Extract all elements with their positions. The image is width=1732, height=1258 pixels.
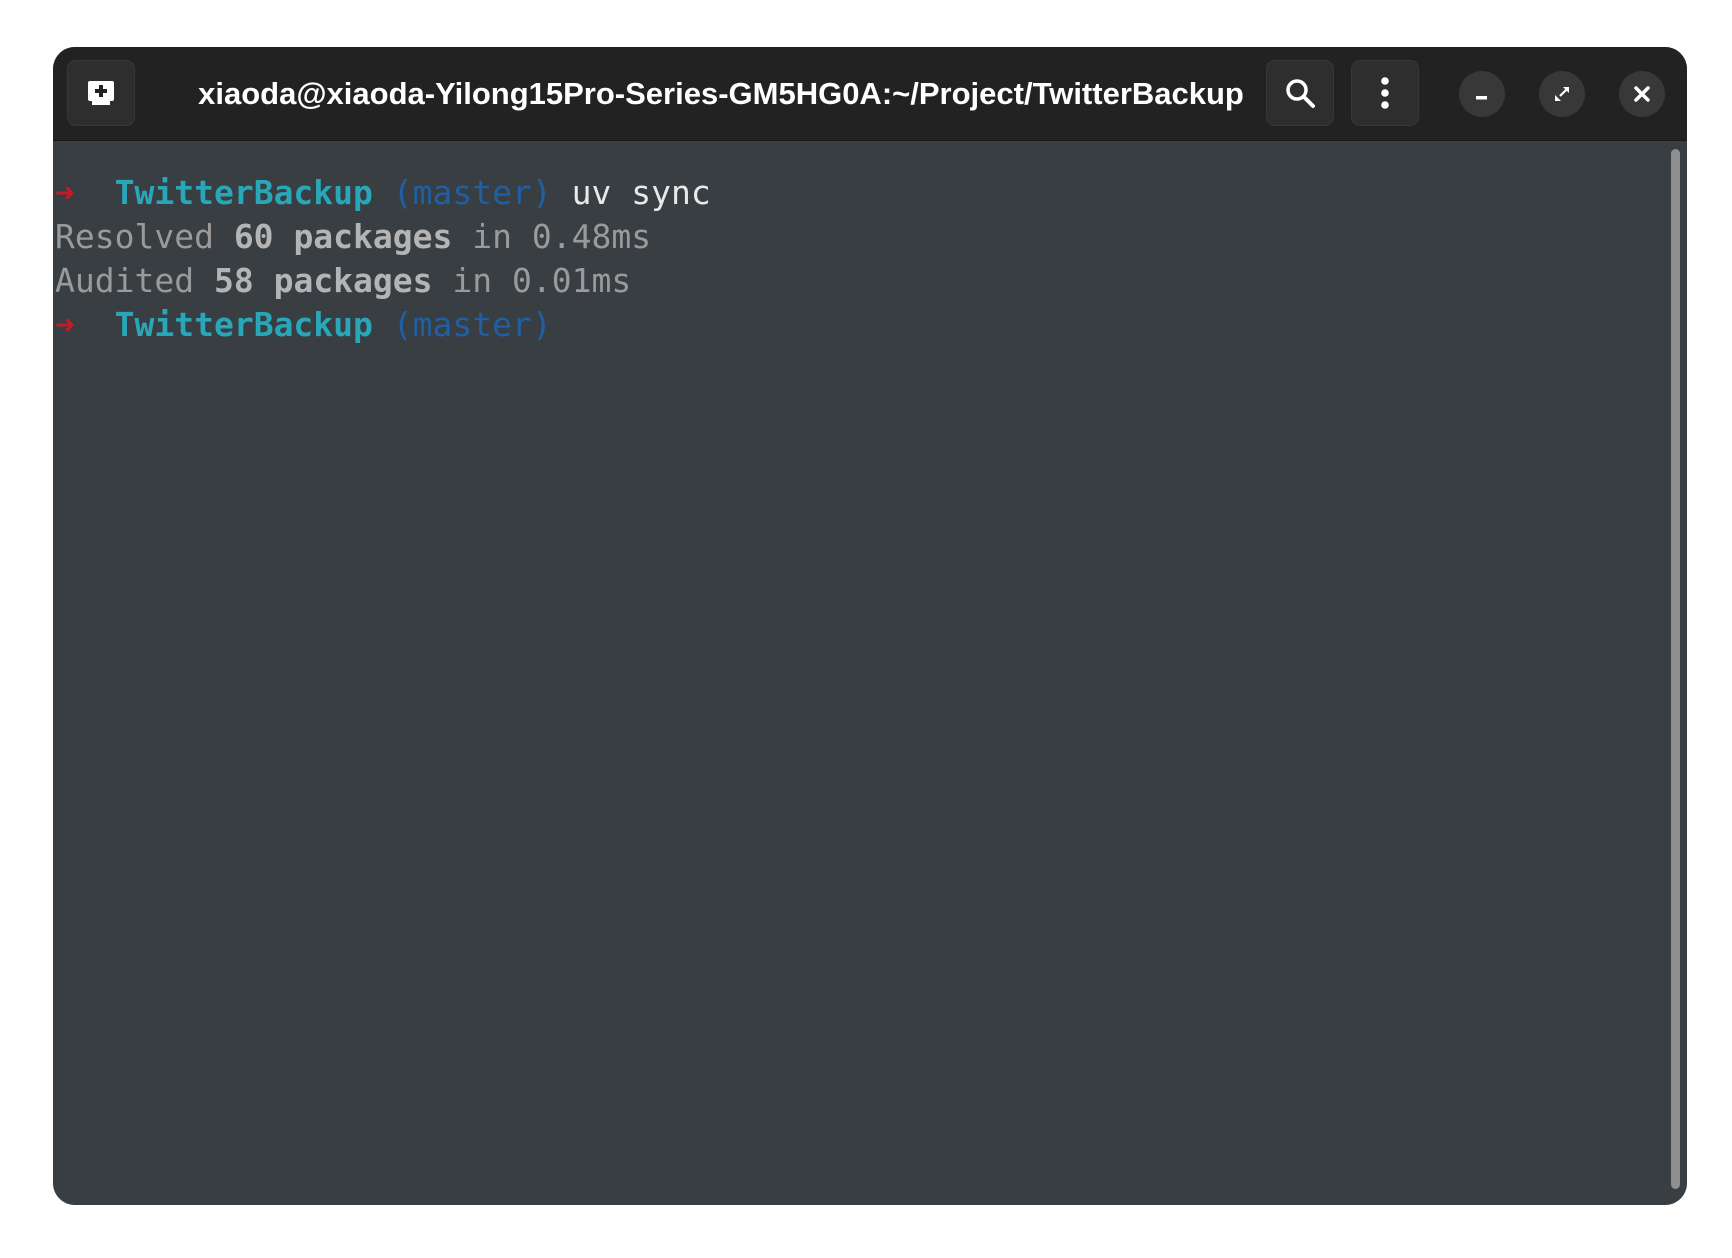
output-text: in 0.01ms bbox=[432, 261, 632, 300]
prompt-git-branch: (master) bbox=[392, 173, 552, 212]
restore-button[interactable] bbox=[1539, 71, 1585, 117]
scrollbar-thumb[interactable] bbox=[1671, 149, 1680, 1189]
minimize-icon bbox=[1476, 96, 1487, 100]
output-keyword: packages bbox=[273, 261, 433, 300]
prompt-git-branch: (master) bbox=[392, 305, 552, 344]
output-count: 60 bbox=[233, 217, 274, 256]
search-button[interactable] bbox=[1266, 60, 1334, 126]
output-keyword: packages bbox=[293, 217, 453, 256]
scrollbar[interactable] bbox=[1663, 141, 1687, 1205]
output-count: 58 bbox=[213, 261, 254, 300]
output-text: Audited bbox=[55, 261, 214, 300]
search-icon bbox=[1286, 79, 1315, 108]
new-tab-button[interactable] bbox=[67, 60, 135, 126]
window-title: xiaoda@xiaoda-Yilong15Pro-Series-GM5HG0A… bbox=[198, 76, 1244, 111]
output-text: in 0.48ms bbox=[452, 217, 652, 256]
terminal-window: xiaoda@xiaoda-Yilong15Pro-Series-GM5HG0A… bbox=[53, 47, 1687, 1205]
close-icon bbox=[1634, 86, 1650, 102]
restore-icon bbox=[1555, 87, 1569, 101]
kebab-menu-icon bbox=[1381, 77, 1389, 109]
prompt-directory: TwitterBackup bbox=[114, 305, 373, 344]
output-line: Audited 58 packages in 0.01ms bbox=[55, 259, 631, 303]
output-line: Resolved 60 packages in 0.48ms bbox=[55, 215, 651, 259]
prompt-directory: TwitterBackup bbox=[114, 173, 373, 212]
prompt-line: ➜ TwitterBackup (master) uv sync bbox=[55, 171, 711, 215]
new-tab-icon bbox=[88, 81, 114, 105]
command-text: uv sync bbox=[571, 173, 711, 212]
minimize-button[interactable] bbox=[1459, 71, 1505, 117]
terminal-output[interactable]: ➜ TwitterBackup (master) uv sync Resolve… bbox=[53, 141, 1663, 1205]
menu-button[interactable] bbox=[1351, 60, 1419, 126]
output-text: Resolved bbox=[55, 217, 234, 256]
title-bar: xiaoda@xiaoda-Yilong15Pro-Series-GM5HG0A… bbox=[53, 47, 1687, 141]
close-button[interactable] bbox=[1619, 71, 1665, 117]
prompt-line: ➜ TwitterBackup (master) bbox=[55, 303, 552, 347]
prompt-arrow-icon: ➜ bbox=[55, 305, 75, 344]
prompt-arrow-icon: ➜ bbox=[55, 173, 75, 212]
